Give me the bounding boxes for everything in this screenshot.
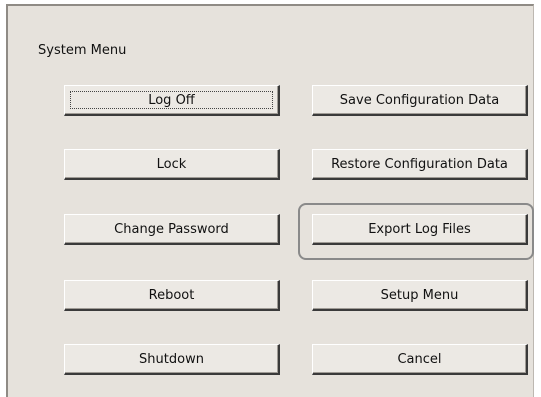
lock-button-label: Lock	[156, 156, 187, 172]
log-off-button[interactable]: Log Off	[64, 85, 280, 116]
setup-menu-button-label: Setup Menu	[380, 287, 459, 303]
setup-menu-button[interactable]: Setup Menu	[312, 280, 528, 311]
export-log-files-button-label: Export Log Files	[368, 221, 471, 237]
lock-button[interactable]: Lock	[64, 149, 280, 180]
cancel-button[interactable]: Cancel	[312, 344, 528, 375]
log-off-button-label: Log Off	[148, 92, 195, 108]
restore-configuration-data-button[interactable]: Restore Configuration Data	[312, 149, 528, 180]
save-configuration-data-button-label: Save Configuration Data	[339, 92, 500, 108]
shutdown-button[interactable]: Shutdown	[64, 344, 280, 375]
reboot-button-label: Reboot	[148, 287, 195, 303]
restore-configuration-data-button-label: Restore Configuration Data	[331, 156, 508, 172]
cancel-button-label: Cancel	[397, 351, 442, 367]
reboot-button[interactable]: Reboot	[64, 280, 280, 311]
export-log-files-button[interactable]: Export Log Files	[312, 214, 528, 245]
shutdown-button-label: Shutdown	[139, 351, 204, 367]
dialog-title: System Menu	[38, 43, 127, 58]
change-password-button-label: Change Password	[114, 221, 229, 237]
change-password-button[interactable]: Change Password	[64, 214, 280, 245]
save-configuration-data-button[interactable]: Save Configuration Data	[312, 85, 528, 116]
system-menu-dialog: System Menu Log Off Lock Change Password…	[6, 4, 534, 397]
